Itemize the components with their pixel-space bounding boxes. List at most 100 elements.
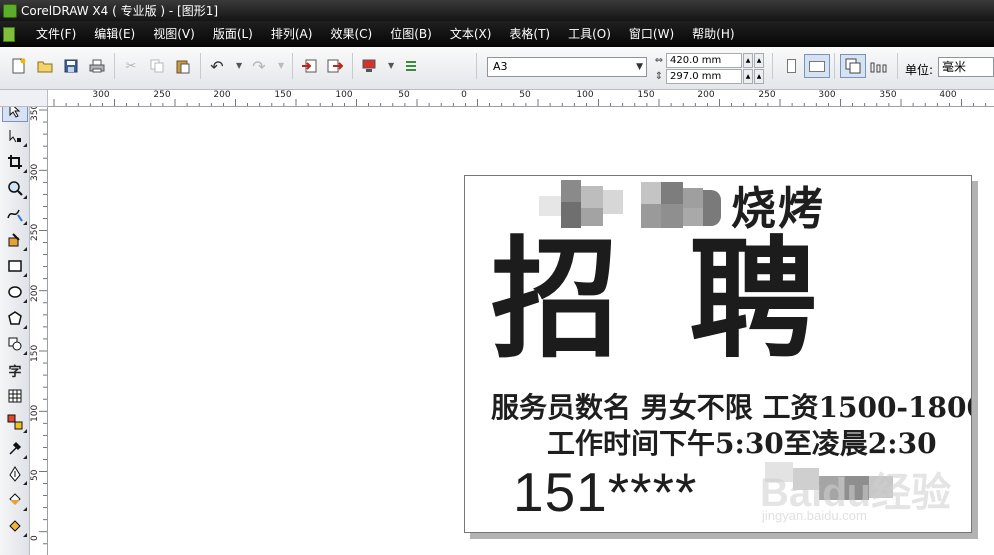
ellipse-icon bbox=[8, 286, 22, 298]
mosaic-block bbox=[603, 190, 623, 214]
eyedropper-icon bbox=[9, 441, 22, 455]
crop-icon bbox=[8, 155, 22, 169]
fill-tool[interactable] bbox=[2, 488, 28, 512]
undo-icon[interactable]: ↶ bbox=[206, 55, 228, 77]
redo-dropdown-icon[interactable]: ▼ bbox=[278, 61, 284, 70]
open-folder-icon[interactable] bbox=[34, 55, 56, 77]
smart-fill-tool[interactable] bbox=[2, 228, 28, 252]
ruler-label: 50 bbox=[519, 90, 531, 100]
menu-table[interactable]: 表格(T) bbox=[500, 21, 559, 47]
baidu-watermark: Baidu经验 jingyan.baidu.com bbox=[760, 460, 960, 530]
ruler-label: 200 bbox=[30, 284, 40, 302]
standard-toolbar: ✂ ↶ ▼ ↷ ▼ ▼ A3 ▼ ⇔ 420.0 mm ▲ ▲ ⇕ 297.0 … bbox=[0, 47, 994, 90]
height-icon: ⇕ bbox=[654, 70, 664, 82]
menu-help[interactable]: 帮助(H) bbox=[683, 21, 743, 47]
document-icon[interactable] bbox=[3, 26, 15, 42]
toolbar-separator bbox=[476, 53, 477, 79]
menu-arrange[interactable]: 排列(A) bbox=[262, 21, 322, 47]
mosaic-block bbox=[561, 180, 581, 202]
import-icon[interactable] bbox=[298, 55, 320, 77]
menu-layout[interactable]: 版面(L) bbox=[204, 21, 262, 47]
shape-tool[interactable] bbox=[2, 124, 28, 148]
menu-window[interactable]: 窗口(W) bbox=[620, 21, 683, 47]
export-icon[interactable] bbox=[324, 55, 346, 77]
text-tool[interactable]: 字 bbox=[2, 358, 28, 382]
interactive-blend-tool[interactable] bbox=[2, 410, 28, 434]
new-document-icon[interactable] bbox=[8, 55, 30, 77]
toolbar-separator bbox=[352, 53, 353, 79]
cut-icon[interactable]: ✂ bbox=[120, 55, 142, 77]
ruler-label: 150 bbox=[637, 90, 655, 100]
toolbar-separator bbox=[897, 53, 898, 79]
menu-tools[interactable]: 工具(O) bbox=[559, 21, 620, 47]
print-icon[interactable] bbox=[86, 55, 108, 77]
paper-size-value: A3 bbox=[493, 60, 508, 73]
undo-dropdown-icon[interactable]: ▼ bbox=[236, 61, 242, 70]
text-tool-icon: 字 bbox=[8, 364, 22, 380]
title-bar: CorelDRAW X4 ( 专业版 ) - [图形1] bbox=[0, 0, 994, 21]
ruler-label: 400 bbox=[939, 90, 957, 100]
menu-bitmaps[interactable]: 位图(B) bbox=[381, 21, 441, 47]
chevron-down-icon: ▼ bbox=[636, 62, 643, 72]
rectangle-tool[interactable] bbox=[2, 254, 28, 278]
vertical-ruler[interactable]: 350 300 250 200 150 100 50 0 bbox=[30, 107, 48, 555]
interactive-fill-tool[interactable] bbox=[2, 514, 28, 538]
units-select[interactable]: 毫米 bbox=[938, 57, 994, 77]
menu-view[interactable]: 视图(V) bbox=[144, 21, 204, 47]
mosaic-block bbox=[581, 186, 603, 208]
basic-shapes-tool[interactable] bbox=[2, 332, 28, 356]
toolbar-separator bbox=[200, 53, 201, 79]
polygon-tool[interactable] bbox=[2, 306, 28, 330]
welcome-screen-icon[interactable] bbox=[400, 55, 422, 77]
save-icon[interactable] bbox=[60, 55, 82, 77]
current-page-button[interactable] bbox=[866, 54, 892, 78]
zoom-tool[interactable] bbox=[2, 176, 28, 200]
poster-hours: 工作时间下午5:30至凌晨2:30 bbox=[547, 427, 937, 460]
poster-title: 招聘 bbox=[491, 224, 888, 377]
horizontal-ruler[interactable]: 300 250 200 150 100 50 0 50 100 150 200 … bbox=[48, 90, 994, 107]
landscape-button[interactable] bbox=[804, 54, 830, 78]
units-label: 单位: bbox=[905, 63, 934, 77]
portrait-button[interactable] bbox=[778, 54, 804, 78]
menu-text[interactable]: 文本(X) bbox=[441, 21, 501, 47]
window-title: CorelDRAW X4 ( 专业版 ) - [图形1] bbox=[21, 4, 219, 18]
table-tool[interactable] bbox=[2, 384, 28, 408]
paste-icon[interactable] bbox=[172, 55, 194, 77]
paper-size-select[interactable]: A3 ▼ bbox=[487, 57, 647, 77]
toolbar-separator bbox=[292, 53, 293, 79]
ruler-origin[interactable] bbox=[0, 90, 48, 107]
toolbar-separator bbox=[114, 53, 115, 79]
menu-edit[interactable]: 编辑(E) bbox=[85, 21, 144, 47]
eyedropper-tool[interactable] bbox=[2, 436, 28, 460]
all-pages-button[interactable] bbox=[840, 54, 866, 78]
copy-icon[interactable] bbox=[146, 55, 168, 77]
freehand-icon bbox=[7, 209, 23, 222]
launcher-dropdown-icon[interactable]: ▼ bbox=[388, 61, 394, 70]
redo-icon[interactable]: ↷ bbox=[248, 55, 270, 77]
height-spinner-icon[interactable]: ▲ bbox=[743, 68, 753, 84]
crop-tool[interactable] bbox=[2, 150, 28, 174]
width-spinner-icon[interactable]: ▲ bbox=[743, 52, 753, 68]
outline-tool[interactable] bbox=[2, 462, 28, 486]
ruler-label: 50 bbox=[398, 90, 410, 100]
freehand-tool[interactable] bbox=[2, 202, 28, 226]
application-launcher-icon[interactable] bbox=[358, 55, 380, 77]
poster-requirements: 服务员数名 男女不限 工资1500-1800 bbox=[491, 391, 972, 424]
page-height-field[interactable]: 297.0 mm bbox=[666, 68, 742, 84]
paint-bucket-icon bbox=[9, 493, 21, 505]
ruler-label: 100 bbox=[335, 90, 353, 100]
height-spinner-icon[interactable]: ▲ bbox=[754, 68, 764, 84]
rectangle-icon bbox=[8, 260, 22, 272]
page-width-field[interactable]: 420.0 mm bbox=[666, 52, 742, 68]
ruler-label: 0 bbox=[30, 535, 40, 541]
ruler-label: 200 bbox=[697, 90, 715, 100]
ruler-label: 250 bbox=[153, 90, 171, 100]
ellipse-tool[interactable] bbox=[2, 280, 28, 304]
portrait-icon bbox=[786, 59, 796, 73]
menu-effects[interactable]: 效果(C) bbox=[321, 21, 381, 47]
width-spinner-icon[interactable]: ▲ bbox=[754, 52, 764, 68]
ruler-label: 300 bbox=[92, 90, 110, 100]
ruler-label: 250 bbox=[30, 223, 40, 241]
menu-file[interactable]: 文件(F) bbox=[27, 21, 85, 47]
coreldraw-app-icon bbox=[3, 3, 17, 18]
